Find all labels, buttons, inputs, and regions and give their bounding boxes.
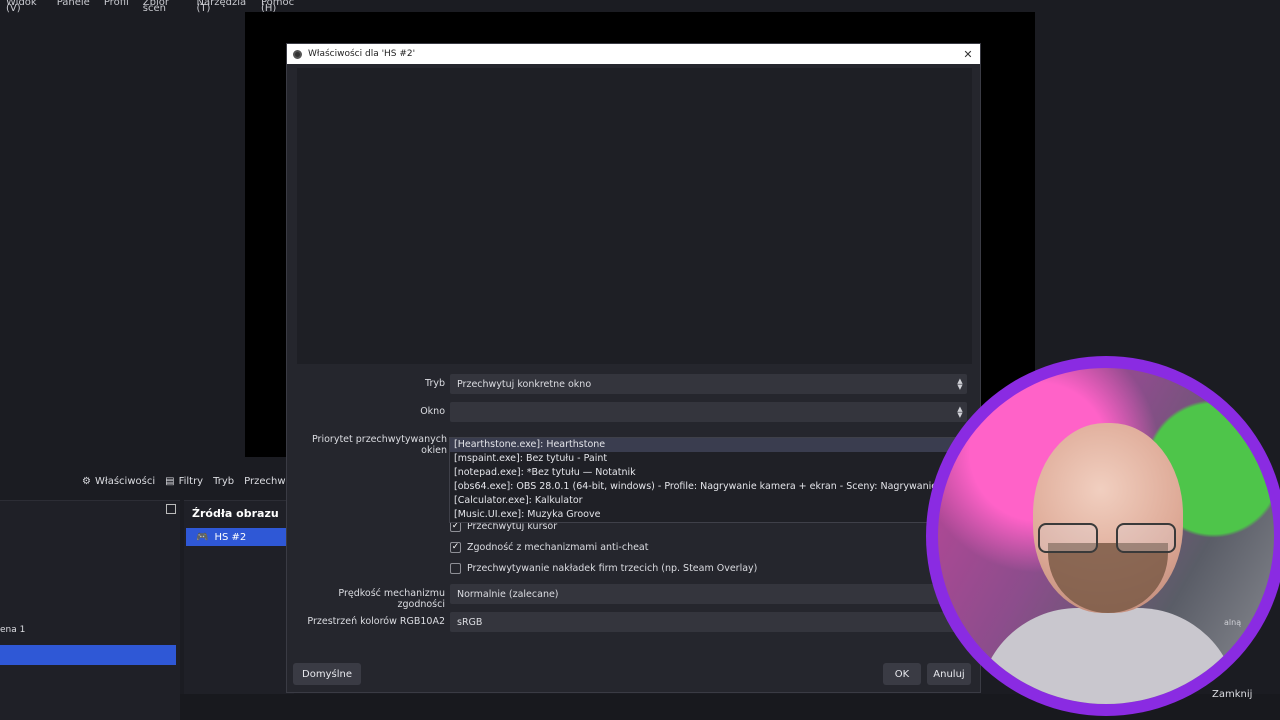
window-option[interactable]: [mspaint.exe]: Bez tytułu - Paint <box>450 452 968 466</box>
menu-tools[interactable]: Narzędzia (T) <box>197 0 247 14</box>
defaults-button[interactable]: Domyślne <box>293 663 361 685</box>
window-select[interactable]: ▲ ▼ <box>450 402 967 422</box>
menu-view[interactable]: Widok (V) <box>6 0 43 14</box>
filters-button[interactable]: ▤ Filtry <box>165 476 203 487</box>
sources-header: Źródła obrazu <box>192 507 279 520</box>
window-option[interactable]: [notepad.exe]: *Bez tytułu — Notatnik <box>450 466 968 480</box>
hook-rate-value: Normalnie (zalecane) <box>457 588 559 600</box>
mode-label: Tryb <box>213 475 235 487</box>
colorspace-value: sRGB <box>457 616 483 628</box>
bg-label: wienia <box>1218 666 1244 675</box>
mode-select-value: Przechwytuj konkretne okno <box>457 378 592 390</box>
sources-panel: Źródła obrazu 🎮 HS #2 <box>184 500 294 720</box>
mode-combo[interactable]: Przechw <box>244 476 285 487</box>
properties-button-label: Właściwości <box>94 475 156 487</box>
menubar: Widok (V) Panele Profil Zbiór scen Narzę… <box>0 0 300 14</box>
updown-icon: ▲ ▼ <box>957 377 963 391</box>
checkbox-icon: ✓ <box>450 542 461 553</box>
window-row-label: Okno <box>420 406 445 417</box>
menu-docks[interactable]: Panele <box>57 0 90 8</box>
overlays-checkbox[interactable]: Przechwytywanie nakładek firm trzecich (… <box>450 563 757 574</box>
filter-icon: ▤ <box>165 475 175 487</box>
updown-icon: ▲ ▼ <box>957 405 963 419</box>
anticheat-label: Zgodność z mechanizmami anti-cheat <box>467 542 649 553</box>
priority-row-label: Priorytet przechwytywanych okien <box>312 434 447 456</box>
colorspace-select[interactable]: sRGB <box>450 612 967 632</box>
source-item-hs2[interactable]: 🎮 HS #2 <box>186 528 292 546</box>
glasses-icon <box>1038 523 1178 553</box>
window-option[interactable]: [obs64.exe]: OBS 28.0.1 (64-bit, windows… <box>450 480 968 494</box>
bg-label: alną <box>1224 618 1242 627</box>
anticheat-checkbox[interactable]: ✓ Zgodność z mechanizmami anti-cheat <box>450 542 648 553</box>
mode-select[interactable]: Przechwytuj konkretne okno ▲ ▼ <box>450 374 967 394</box>
dialog-titlebar: Właściwości dla 'HS #2' ✕ <box>287 44 980 64</box>
obs-icon <box>293 49 302 59</box>
person-beard <box>1048 543 1168 613</box>
source-item-label: HS #2 <box>214 531 247 543</box>
menu-scene-collection[interactable]: Zbiór scen <box>143 0 183 14</box>
menu-profile[interactable]: Profil <box>104 0 129 8</box>
cancel-button[interactable]: Anuluj <box>927 663 971 685</box>
scene-item-selected[interactable] <box>0 645 176 665</box>
menu-help[interactable]: Pomoc (H) <box>261 0 300 14</box>
overlays-label: Przechwytywanie nakładek firm trzecich (… <box>467 563 758 574</box>
gamepad-icon: 🎮 <box>196 531 209 543</box>
window-option[interactable]: [Hearthstone.exe]: Hearthstone <box>450 438 968 452</box>
scene-item[interactable]: ena 1 <box>0 625 25 635</box>
mode-row-label: Tryb <box>425 378 445 389</box>
person-shirt <box>978 608 1238 704</box>
filters-button-label: Filtry <box>178 475 204 487</box>
hook-rate-select[interactable]: Normalnie (zalecane) <box>450 584 967 604</box>
gear-icon: ⚙ <box>82 475 91 487</box>
dialog-title: Właściwości dla 'HS #2' <box>308 49 416 59</box>
window-option[interactable]: [Calculator.exe]: Kalkulator <box>450 494 968 508</box>
webcam-feed: alną wienia <box>938 368 1274 704</box>
properties-button[interactable]: ⚙ Właściwości <box>82 476 155 487</box>
hook-rate-label: Prędkość mechanizmu zgodności <box>338 588 445 610</box>
properties-dialog: Właściwości dla 'HS #2' ✕ Tryb Przechwyt… <box>286 43 981 693</box>
source-toolbar: ⚙ Właściwości ▤ Filtry Tryb Przechw <box>0 468 300 494</box>
window-dropdown-list[interactable]: [Hearthstone.exe]: Hearthstone [mspaint.… <box>449 437 969 523</box>
close-icon[interactable]: ✕ <box>956 48 980 61</box>
scenes-panel <box>0 500 180 720</box>
checkbox-icon <box>450 563 461 574</box>
window-option[interactable]: [Music.UI.exe]: Muzyka Groove <box>450 508 968 522</box>
ok-button[interactable]: OK <box>883 663 921 685</box>
source-preview <box>297 68 972 364</box>
undock-icon[interactable] <box>166 504 176 514</box>
colorspace-label: Przestrzeń kolorów RGB10A2 <box>307 616 445 627</box>
